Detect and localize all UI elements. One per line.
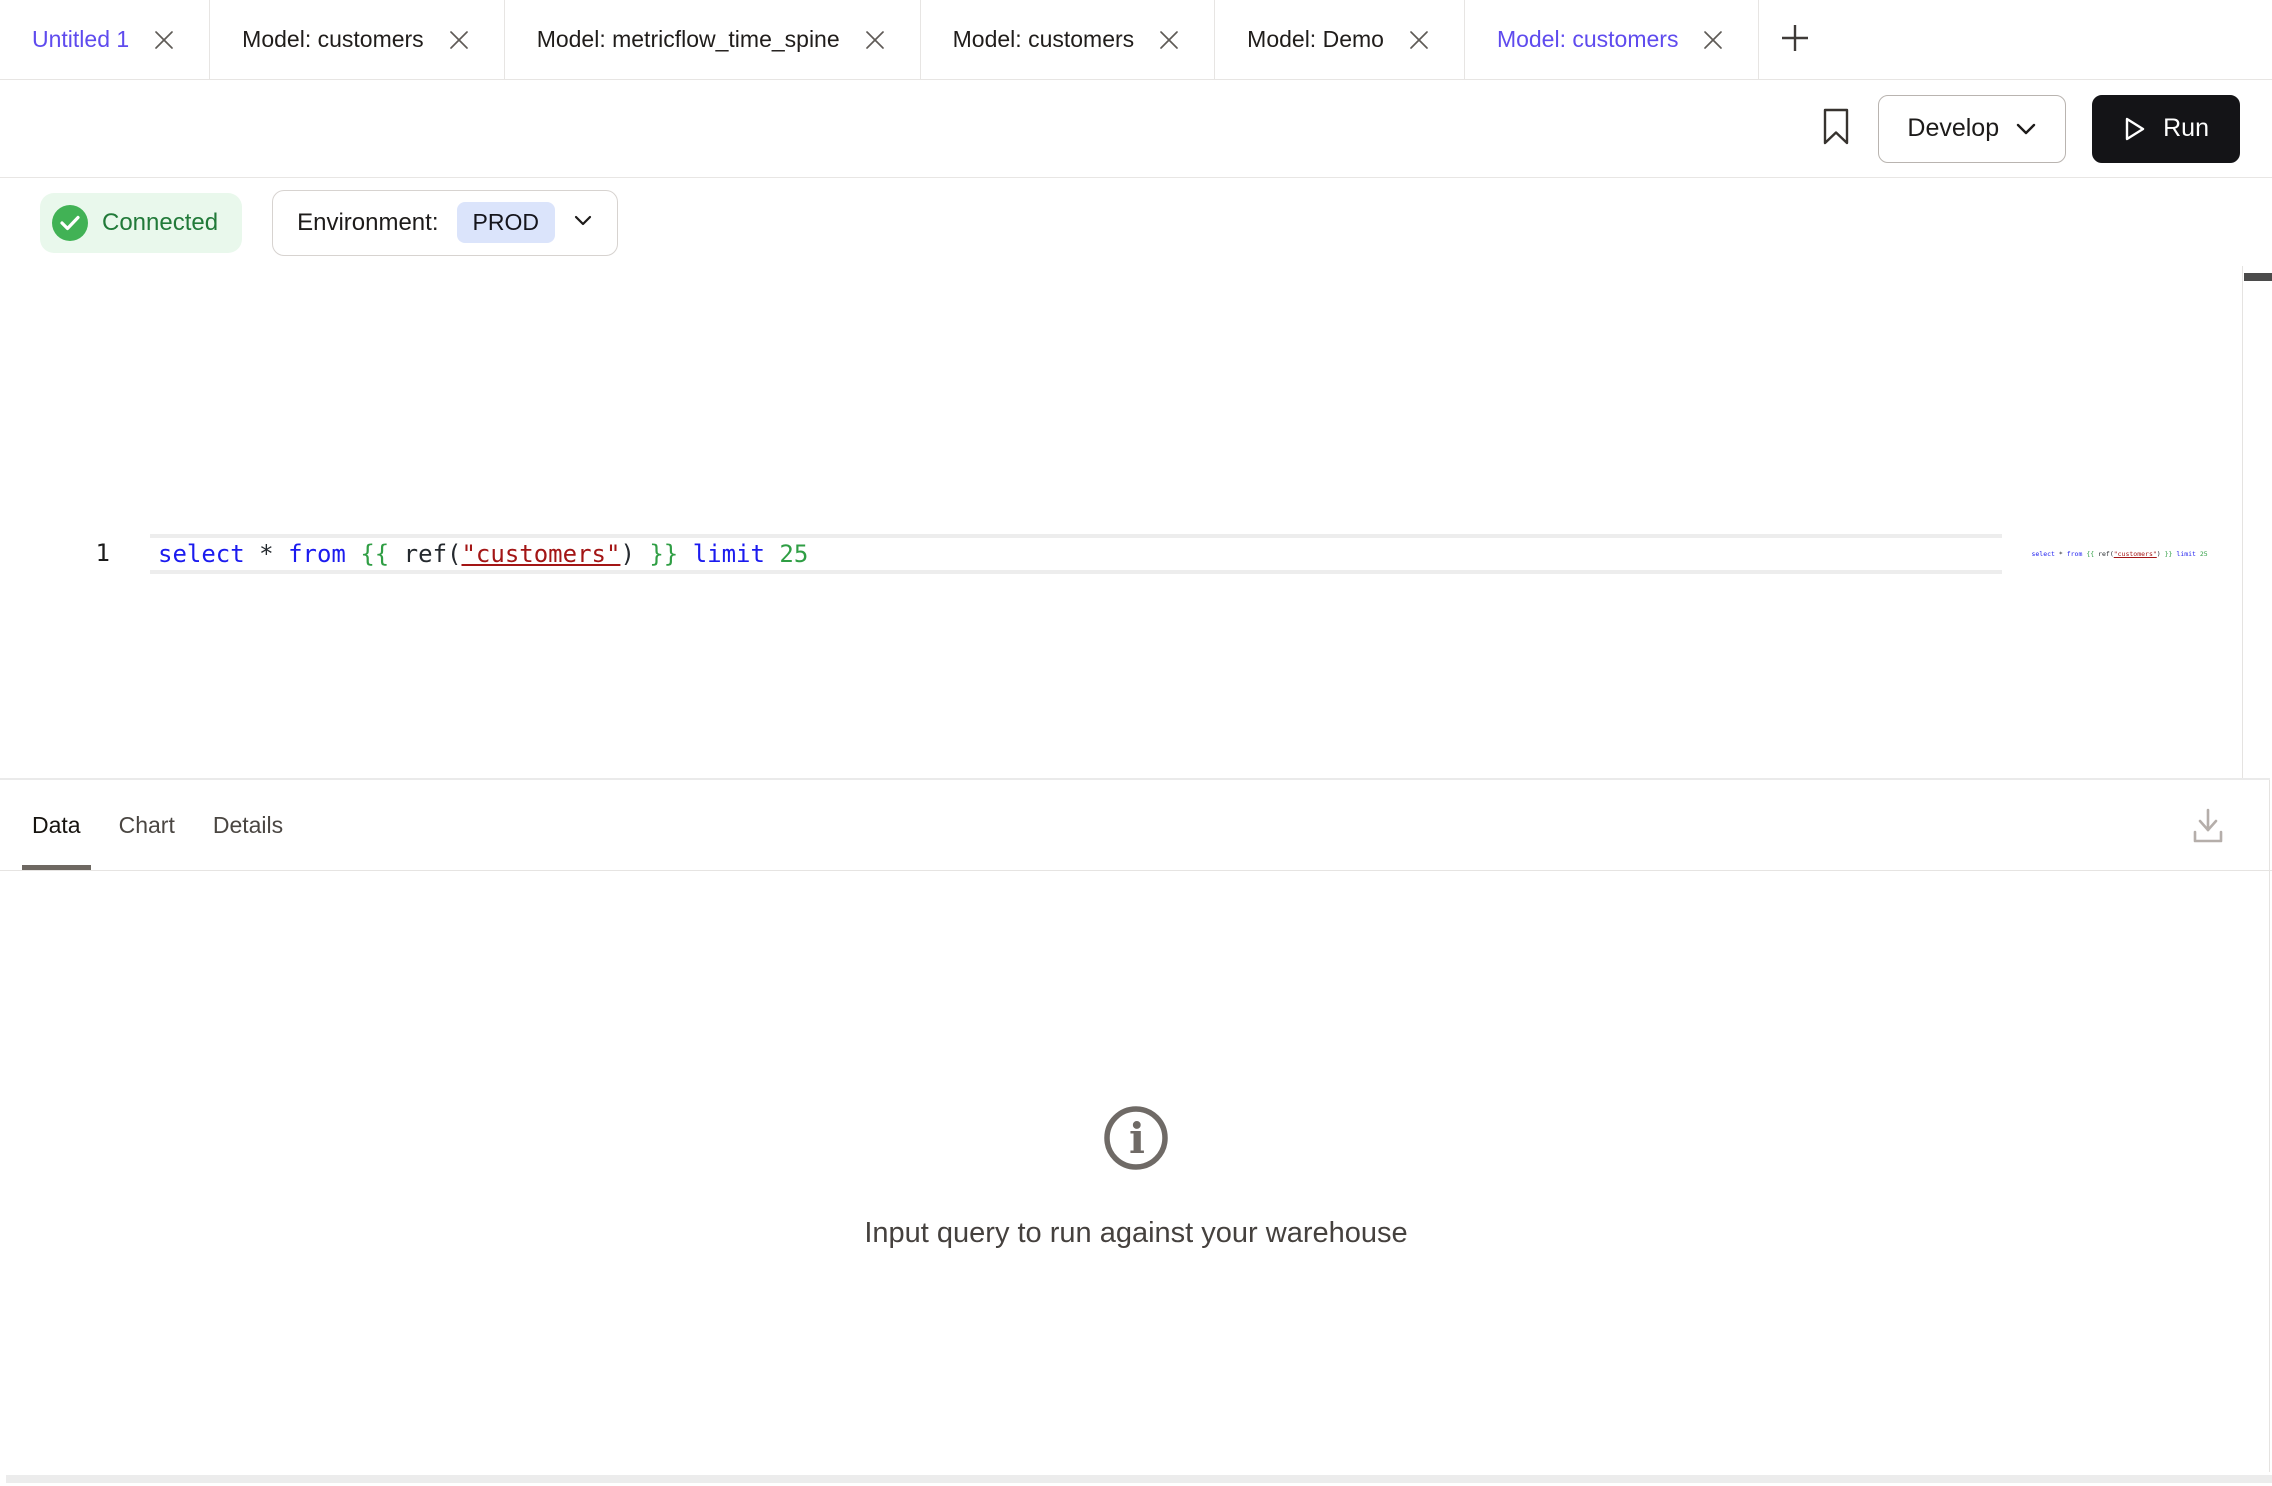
tab-model-demo[interactable]: Model: Demo [1215,0,1465,79]
results-tab-details[interactable]: Details [213,780,283,870]
connection-status-badge: Connected [40,193,242,253]
code-line-content: select * from {{ ref("customers") }} lim… [158,540,808,568]
environment-label: Environment: [297,209,438,237]
results-tab-list: Data Chart Details [32,780,283,870]
info-icon: i [1100,1102,1172,1179]
empty-state-message: Input query to run against your warehous… [864,1217,1407,1250]
download-button[interactable] [2188,804,2228,851]
tab-bar: Untitled 1 Model: customers Model: metricf… [0,0,2272,80]
close-icon[interactable] [1406,27,1432,53]
minimap-line: select * from {{ ref("customers") }} lim… [2031,550,2207,558]
results-empty-state: i Input query to run against your wareho… [0,1102,2272,1250]
toolbar: Develop Run [0,80,2272,178]
close-icon[interactable] [151,27,177,53]
tab-label: Model: metricflow_time_spine [537,26,840,53]
line-number: 1 [0,539,110,567]
plus-icon [1778,21,1812,58]
run-button[interactable]: Run [2092,95,2240,163]
close-icon[interactable] [446,27,472,53]
tab-label: Model: customers [242,26,424,53]
tab-label: Model: customers [953,26,1135,53]
chevron-down-icon [573,214,593,232]
results-tab-data[interactable]: Data [32,780,81,870]
results-tab-chart[interactable]: Chart [119,780,175,870]
connection-status-label: Connected [102,209,218,237]
close-icon[interactable] [1156,27,1182,53]
bookmark-icon [1820,107,1852,150]
ide-window: Untitled 1 Model: customers Model: metricf… [0,0,2272,1486]
results-panel: DataChartDetails i Input query to [0,780,2272,1486]
active-line[interactable]: select * from {{ ref("customers") }} lim… [150,534,2002,574]
horizontal-scrollbar-track [6,1475,2272,1483]
run-button-label: Run [2163,114,2209,143]
tab-label: Untitled 1 [32,26,129,53]
tab-label: Model: Demo [1247,26,1384,53]
develop-button-label: Develop [1907,114,1999,143]
svg-text:i: i [1129,1114,1145,1163]
environment-value-badge: PROD [457,202,555,243]
environment-select[interactable]: Environment: PROD [272,190,618,256]
new-tab-button[interactable] [1759,0,1831,79]
play-icon [2123,116,2147,142]
chevron-down-icon [2015,114,2037,143]
download-icon [2188,836,2228,851]
develop-button[interactable]: Develop [1878,95,2066,163]
editor-scrollbar-thumb[interactable] [2244,273,2272,281]
tab-list: Untitled 1 Model: customers Model: metricf… [0,0,1759,79]
results-tabs-row: Data Chart Details [0,780,2272,871]
editor-minimap[interactable]: select * from {{ ref("customers") }} lim… [2008,542,2238,566]
editor-scrollbar-track [2242,266,2272,778]
tab-model-customers[interactable]: Model: customers [1465,0,1760,79]
status-bar: Connected Environment: PROD [0,179,2272,266]
close-icon[interactable] [1700,27,1726,53]
bookmark-button[interactable] [1820,107,1852,150]
close-icon[interactable] [862,27,888,53]
tab-model-customers[interactable]: Model: customers [921,0,1216,79]
check-icon [52,205,88,241]
tab-model-metricflow-time-spine[interactable]: Model: metricflow_time_spine [505,0,921,79]
tab-model-customers[interactable]: Model: customers [210,0,505,79]
tab-untitled-1[interactable]: Untitled 1 [0,0,210,79]
tab-label: Model: customers [1497,26,1679,53]
sql-editor[interactable]: 1 select * from {{ ref("customers") }} l… [0,266,2272,778]
